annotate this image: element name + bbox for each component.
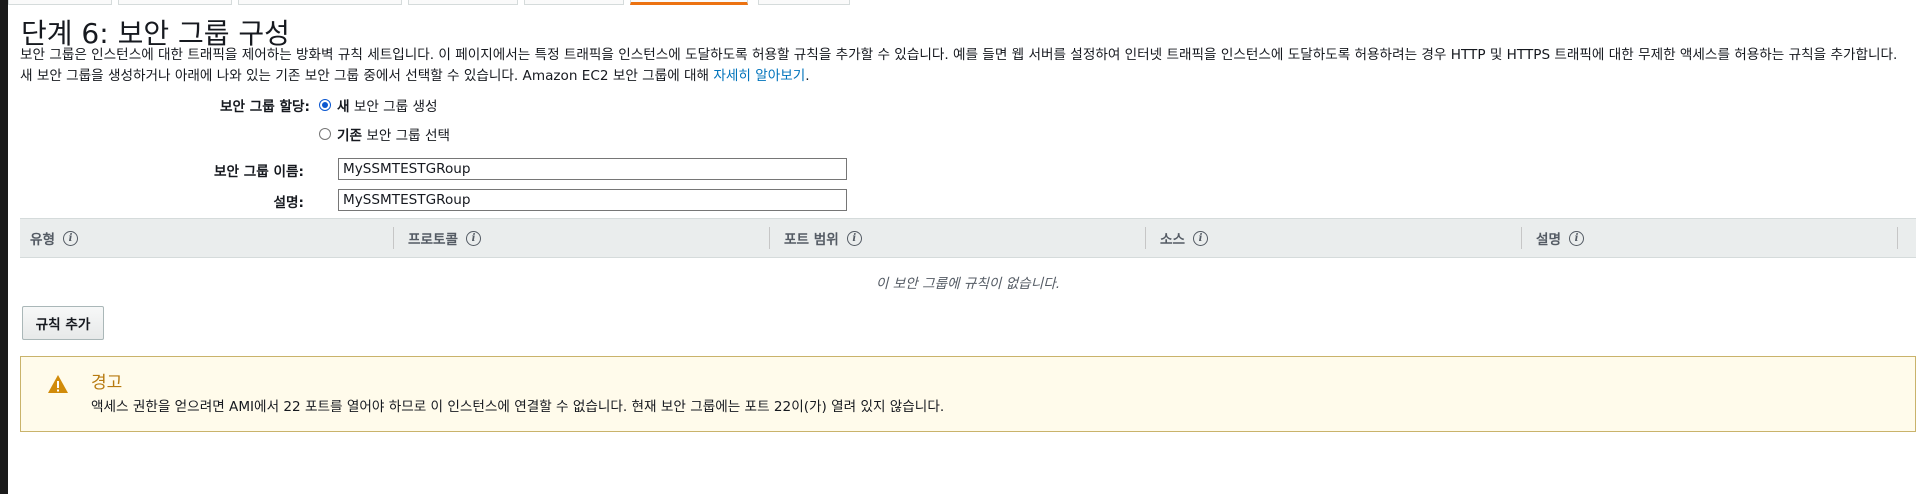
empty-rules-message: 이 보안 그룹에 규칙이 없습니다. bbox=[875, 276, 1061, 292]
warning-alert: 경고 액세스 권한을 얻으려면 AMI에서 22 포트를 열어야 하므로 이 인… bbox=[20, 356, 1916, 432]
column-header-type[interactable]: 유형 i bbox=[20, 219, 394, 257]
wizard-step-tab[interactable] bbox=[758, 0, 850, 5]
add-rule-button[interactable]: 규칙 추가 bbox=[22, 306, 104, 340]
rules-table-header: 유형 i 프로토콜 i 포트 범위 i 소스 i 설명 i bbox=[20, 218, 1916, 258]
wizard-step-tab[interactable] bbox=[524, 0, 624, 5]
wizard-step-tab[interactable] bbox=[8, 0, 112, 5]
wizard-step-tab[interactable] bbox=[408, 0, 518, 5]
radio-existing-security-group[interactable]: 기존 보안 그룹 선택 bbox=[319, 124, 450, 144]
security-group-name-label: 보안 그룹 이름: bbox=[214, 164, 304, 180]
info-icon[interactable]: i bbox=[846, 230, 862, 246]
column-header-port-range-label: 포트 범위 bbox=[784, 232, 839, 248]
description-suffix: . bbox=[805, 68, 810, 84]
radio-button-existing[interactable] bbox=[319, 128, 331, 140]
warning-title: 경고 bbox=[91, 373, 123, 393]
column-header-protocol-label: 프로토콜 bbox=[408, 232, 459, 248]
info-icon[interactable]: i bbox=[63, 230, 79, 246]
description-text: 보안 그룹은 인스턴스에 대한 트래픽을 제어하는 방화벽 규칙 세트입니다. … bbox=[20, 47, 1898, 84]
warning-message: 액세스 권한을 얻으려면 AMI에서 22 포트를 열어야 하므로 이 인스턴스… bbox=[91, 399, 945, 415]
info-icon[interactable]: i bbox=[466, 230, 482, 246]
wizard-step-tab[interactable] bbox=[238, 0, 402, 5]
column-header-source-label: 소스 bbox=[1160, 232, 1186, 248]
column-separator bbox=[1897, 227, 1898, 249]
info-icon[interactable]: i bbox=[1193, 230, 1209, 246]
wizard-step-tabs bbox=[8, 0, 1916, 6]
radio-button-new[interactable] bbox=[319, 99, 331, 111]
radio-existing-label: 기존 보안 그룹 선택 bbox=[337, 124, 450, 144]
column-header-protocol[interactable]: 프로토콜 i bbox=[394, 219, 770, 257]
radio-new-label-rest: 보안 그룹 생성 bbox=[349, 99, 438, 115]
warning-icon bbox=[48, 375, 68, 393]
column-header-port-range[interactable]: 포트 범위 i bbox=[770, 219, 1146, 257]
page-description: 보안 그룹은 인스턴스에 대한 트래픽을 제어하는 방화벽 규칙 세트입니다. … bbox=[20, 45, 1912, 87]
column-header-description[interactable]: 설명 i bbox=[1522, 219, 1898, 257]
window-edge bbox=[0, 0, 8, 494]
radio-new-label-bold: 새 bbox=[337, 99, 350, 115]
radio-existing-label-rest: 보안 그룹 선택 bbox=[362, 128, 451, 144]
column-header-description-label: 설명 bbox=[1536, 232, 1562, 248]
security-group-name-input[interactable] bbox=[338, 158, 847, 180]
assignment-label: 보안 그룹 할당: bbox=[220, 99, 310, 115]
column-header-type-label: 유형 bbox=[30, 232, 56, 248]
learn-more-link[interactable]: 자세히 알아보기 bbox=[713, 68, 805, 84]
radio-existing-label-bold: 기존 bbox=[337, 128, 363, 144]
radio-new-label: 새 보안 그룹 생성 bbox=[337, 95, 438, 115]
wizard-step-tab-active[interactable] bbox=[630, 0, 748, 5]
security-group-description-label: 설명: bbox=[273, 195, 304, 211]
column-header-source[interactable]: 소스 i bbox=[1146, 219, 1522, 257]
security-group-description-input[interactable] bbox=[338, 189, 847, 211]
radio-new-security-group[interactable]: 새 보안 그룹 생성 bbox=[319, 95, 438, 115]
info-icon[interactable]: i bbox=[1569, 230, 1585, 246]
wizard-step-tab[interactable] bbox=[118, 0, 232, 5]
